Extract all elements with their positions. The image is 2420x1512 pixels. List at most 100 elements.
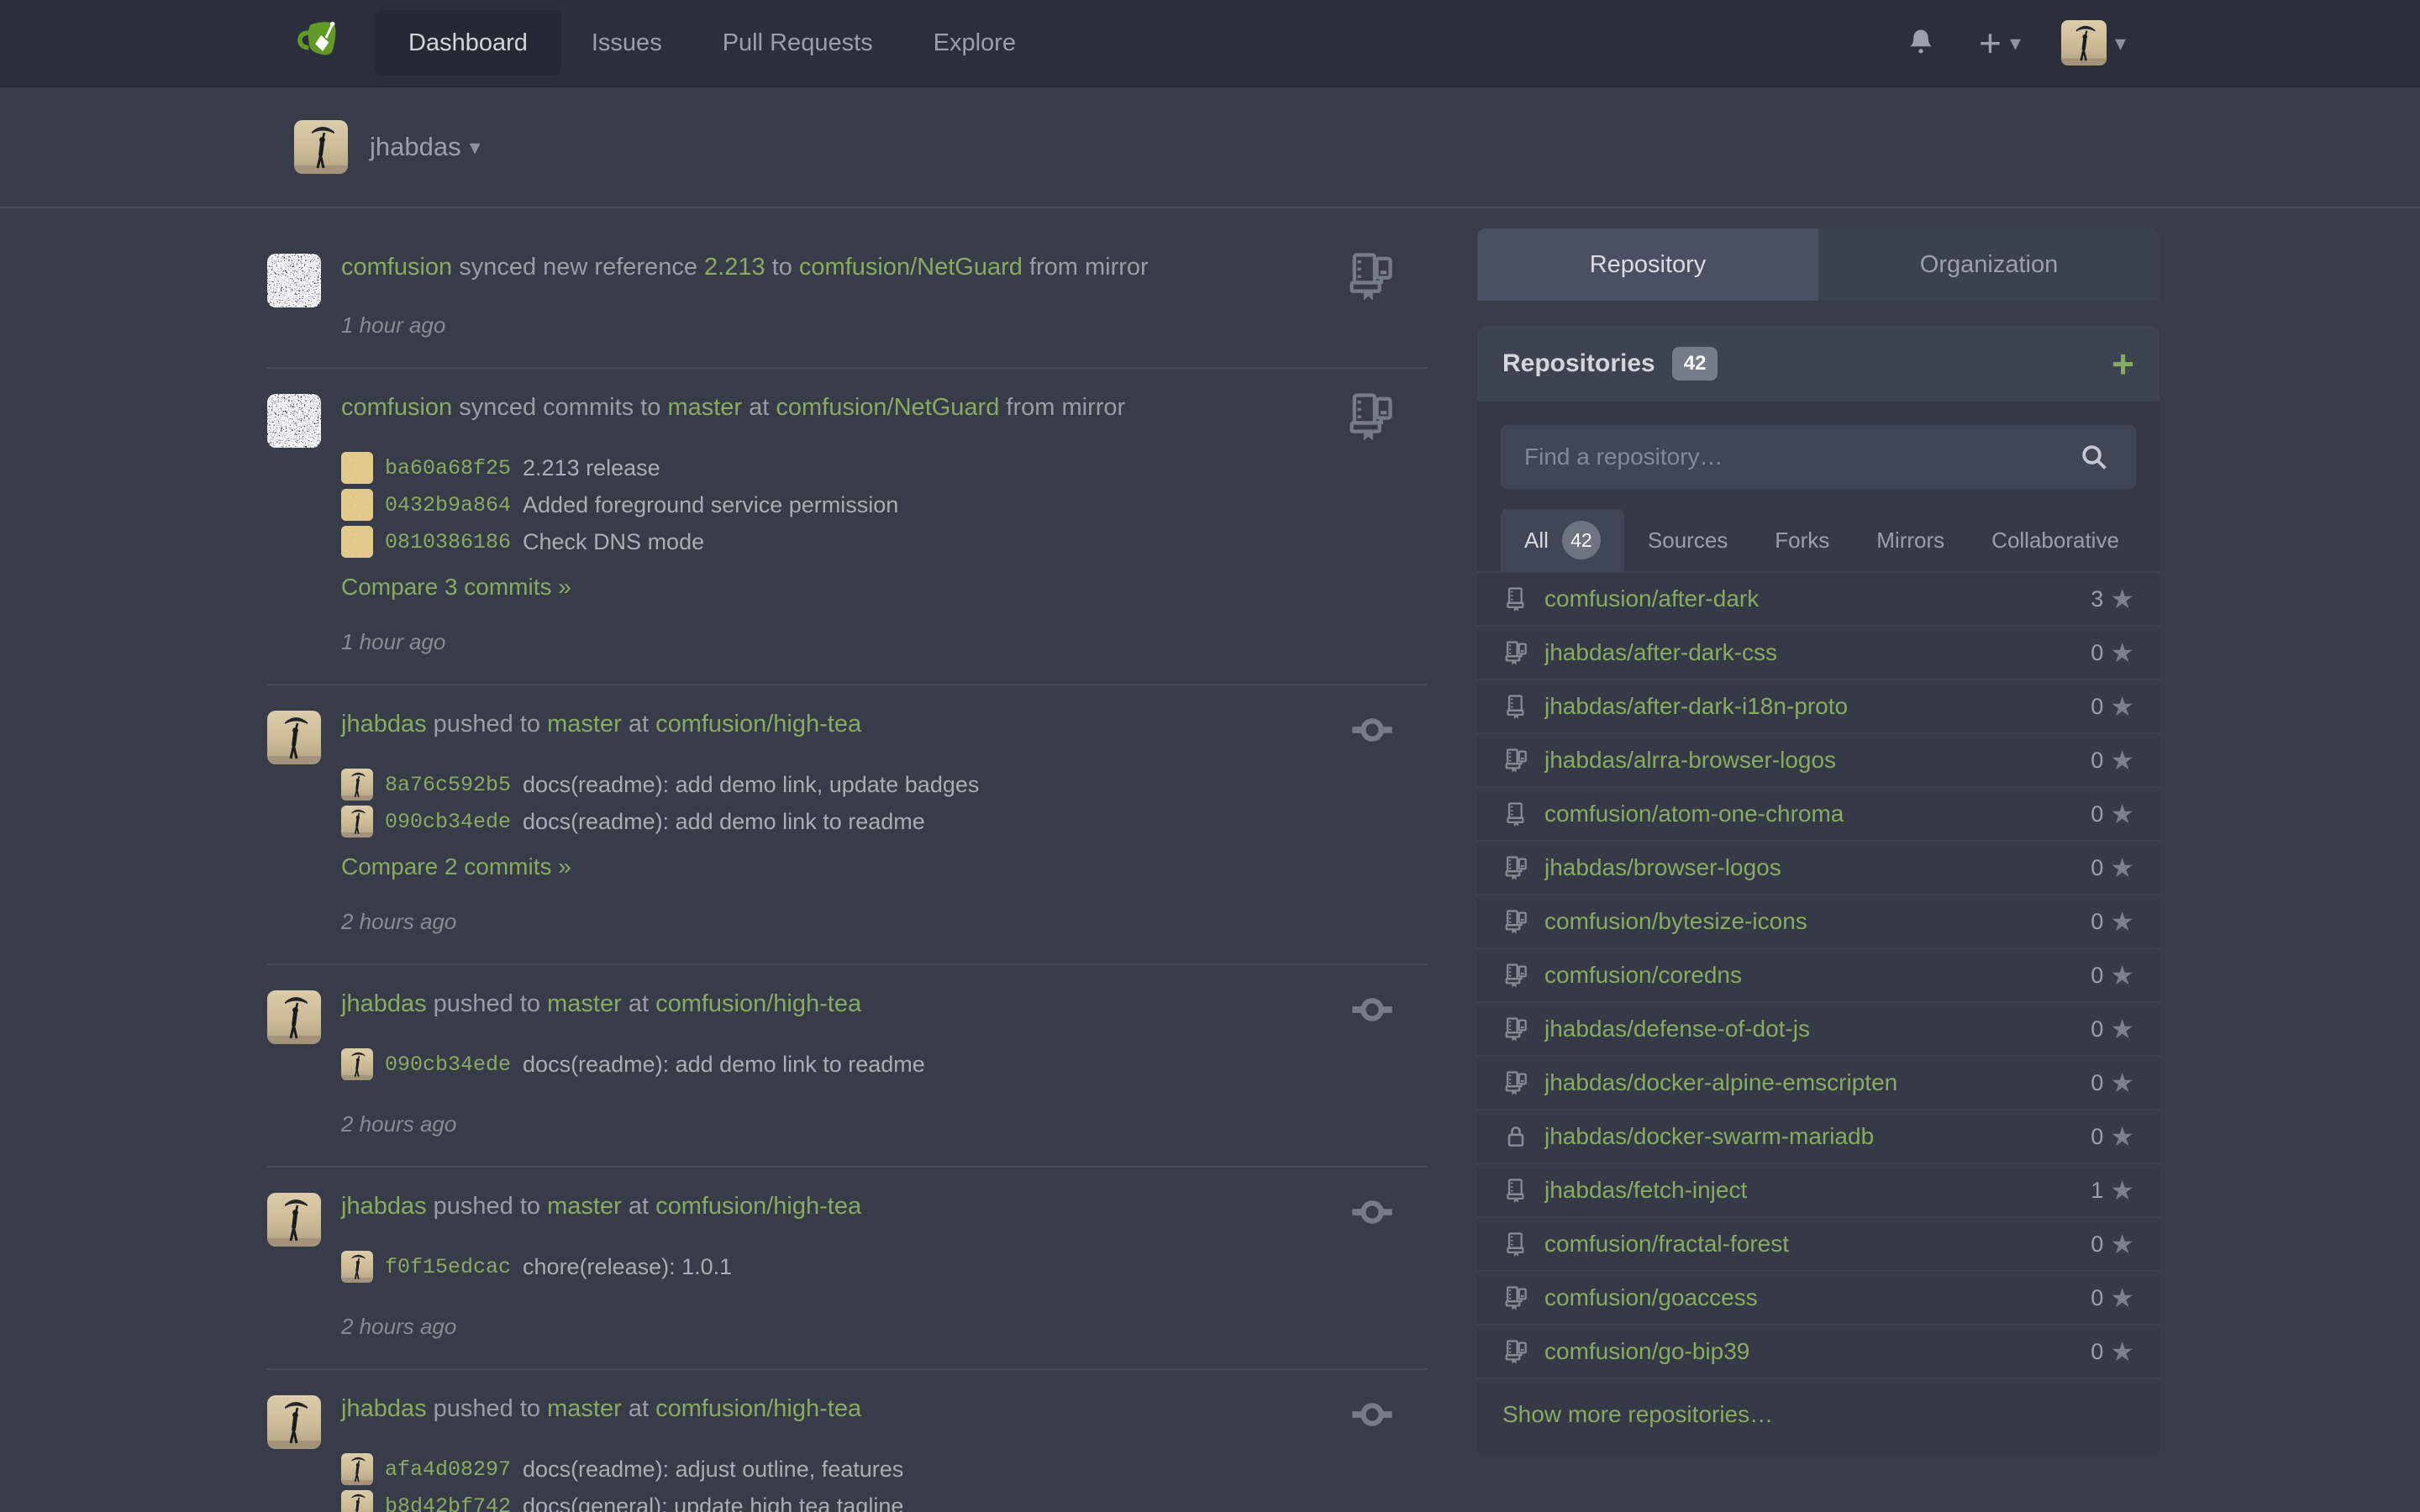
repo-list-item: comfusion/goaccess 0 ★ (1477, 1272, 2160, 1326)
repo-link[interactable]: jhabdas/after-dark-i18n-proto (1544, 693, 1848, 720)
nav-item-dashboard[interactable]: Dashboard (375, 10, 561, 76)
commit-row: b8d42bf742 docs(general): update high te… (341, 1488, 1292, 1512)
repo-link[interactable]: comfusion/coredns (1544, 962, 1742, 989)
feed-link[interactable]: jhabdas (341, 990, 427, 1017)
actor-avatar[interactable] (267, 990, 321, 1044)
search-icon[interactable] (2077, 440, 2111, 474)
commit-hash-link[interactable]: 8a76c592b5 (385, 773, 511, 797)
star-count-value: 0 (2091, 855, 2103, 881)
feed-link[interactable]: comfusion/high-tea (655, 1395, 861, 1422)
feed-link[interactable]: master (547, 1193, 622, 1220)
repo-list-item: jhabdas/after-dark-css 0 ★ (1477, 627, 2160, 680)
actor-avatar[interactable] (267, 254, 321, 307)
feed-item: jhabdas pushed to master at comfusion/hi… (267, 1370, 1427, 1512)
repo-star-count: 0 ★ (2091, 747, 2134, 774)
repo-link[interactable]: jhabdas/fetch-inject (1544, 1177, 1747, 1204)
star-icon: ★ (2110, 1284, 2134, 1311)
nav-item-pull-requests[interactable]: Pull Requests (692, 0, 903, 87)
tab-organization[interactable]: Organization (1818, 228, 2160, 301)
actor-avatar[interactable] (267, 1193, 321, 1247)
star-icon: ★ (2110, 801, 2134, 827)
feed-link[interactable]: comfusion/NetGuard (776, 394, 999, 421)
add-repository-button[interactable]: + (2112, 344, 2134, 383)
commit-hash-link[interactable]: f0f15edcac (385, 1255, 511, 1279)
feed-header: comfusion synced new reference 2.213 to … (341, 250, 1292, 284)
feed-link[interactable]: comfusion (341, 254, 452, 281)
feed-link[interactable]: master (547, 711, 622, 738)
compare-commits-link[interactable]: Compare 2 commits » (341, 853, 571, 880)
commit-hash-link[interactable]: b8d42bf742 (385, 1494, 511, 1512)
feed-header: jhabdas pushed to master at comfusion/hi… (341, 1189, 1292, 1223)
feed-link[interactable]: master (547, 990, 622, 1017)
feed-link[interactable]: jhabdas (341, 1193, 427, 1220)
commit-hash-link[interactable]: 090cb34ede (385, 1053, 511, 1077)
user-menu[interactable]: ▾ (2061, 20, 2126, 66)
repo-link[interactable]: comfusion/atom-one-chroma (1544, 801, 1844, 827)
repo-type-icon (1502, 1284, 1529, 1311)
repo-link[interactable]: jhabdas/after-dark-css (1544, 639, 1777, 666)
repo-search (1477, 402, 2160, 489)
repo-link[interactable]: jhabdas/docker-alpine-emscripten (1544, 1069, 1897, 1096)
commit-hash-link[interactable]: 090cb34ede (385, 810, 511, 834)
commit-message: chore(release): 1.0.1 (523, 1254, 732, 1280)
filter-mirrors[interactable]: Mirrors (1853, 509, 1968, 571)
nav-item-issues[interactable]: Issues (561, 0, 692, 87)
star-icon: ★ (2110, 639, 2134, 666)
gitea-logo-icon[interactable] (294, 15, 350, 71)
filter-all[interactable]: All 42 (1501, 509, 1624, 571)
commit-hash-link[interactable]: 0432b9a864 (385, 493, 511, 517)
repo-link[interactable]: jhabdas/docker-swarm-mariadb (1544, 1123, 1874, 1150)
repo-link[interactable]: jhabdas/defense-of-dot-js (1544, 1016, 1810, 1042)
nav-item-explore[interactable]: Explore (903, 0, 1046, 87)
actor-avatar[interactable] (267, 711, 321, 764)
feed-link[interactable]: jhabdas (341, 711, 427, 738)
actor-avatar[interactable] (267, 1395, 321, 1449)
repo-type-icon (1502, 962, 1529, 989)
commit-hash-link[interactable]: afa4d08297 (385, 1457, 511, 1482)
commit-message: Check DNS mode (523, 529, 704, 555)
feed-text: at (629, 1193, 649, 1220)
repo-link[interactable]: jhabdas/browser-logos (1544, 854, 1781, 881)
commit-hash-link[interactable]: ba60a68f25 (385, 456, 511, 480)
repo-search-input[interactable] (1501, 425, 2136, 489)
repo-link[interactable]: comfusion/go-bip39 (1544, 1338, 1749, 1365)
tab-repository[interactable]: Repository (1477, 228, 1818, 301)
feed-link[interactable]: master (547, 1395, 622, 1422)
feed-link[interactable]: comfusion/high-tea (655, 711, 861, 738)
feed-link[interactable]: comfusion/NetGuard (799, 254, 1023, 281)
filter-sources[interactable]: Sources (1624, 509, 1751, 571)
timestamp: 2 hours ago (341, 1314, 1292, 1340)
repositories-title: Repositories (1502, 349, 1655, 378)
star-count-value: 0 (2091, 1016, 2103, 1042)
feed-link[interactable]: jhabdas (341, 1395, 427, 1422)
repo-link[interactable]: comfusion/after-dark (1544, 585, 1759, 612)
repo-list-item: comfusion/go-bip39 0 ★ (1477, 1326, 2160, 1379)
commit-message: Added foreground service permission (523, 492, 898, 518)
commit-hash-link[interactable]: 0810386186 (385, 530, 511, 554)
show-more-repositories-link[interactable]: Show more repositories… (1477, 1379, 2160, 1453)
top-navbar: Dashboard Issues Pull Requests Explore +… (0, 0, 2420, 87)
filter-collaborative[interactable]: Collaborative (1968, 509, 2143, 571)
context-avatar[interactable] (294, 120, 348, 174)
feed-link[interactable]: comfusion (341, 394, 452, 421)
committer-avatar (341, 489, 373, 521)
notifications-bell-icon[interactable] (1903, 25, 1939, 60)
commit-list: ba60a68f25 2.213 release 0432b9a864 Adde… (341, 449, 1292, 601)
create-new-menu[interactable]: + ▾ (1979, 24, 2021, 62)
feed-link[interactable]: 2.213 (704, 254, 765, 281)
feed-link[interactable]: comfusion/high-tea (655, 990, 861, 1017)
repo-type-icon (1502, 1177, 1529, 1204)
feed-link[interactable]: master (667, 394, 742, 421)
repo-star-count: 0 ★ (2091, 854, 2134, 881)
actor-avatar[interactable] (267, 394, 321, 448)
repo-link[interactable]: comfusion/bytesize-icons (1544, 908, 1807, 935)
compare-commits-link[interactable]: Compare 3 commits » (341, 574, 571, 601)
feed-link[interactable]: comfusion/high-tea (655, 1193, 861, 1220)
context-switcher[interactable]: jhabdas ▾ (348, 132, 481, 162)
repo-link[interactable]: comfusion/fractal-forest (1544, 1231, 1789, 1257)
repo-link[interactable]: jhabdas/alrra-browser-logos (1544, 747, 1836, 774)
repo-link[interactable]: comfusion/goaccess (1544, 1284, 1758, 1311)
star-icon: ★ (2110, 585, 2134, 612)
commit-row: afa4d08297 docs(readme): adjust outline,… (341, 1451, 1292, 1488)
filter-forks[interactable]: Forks (1751, 509, 1853, 571)
